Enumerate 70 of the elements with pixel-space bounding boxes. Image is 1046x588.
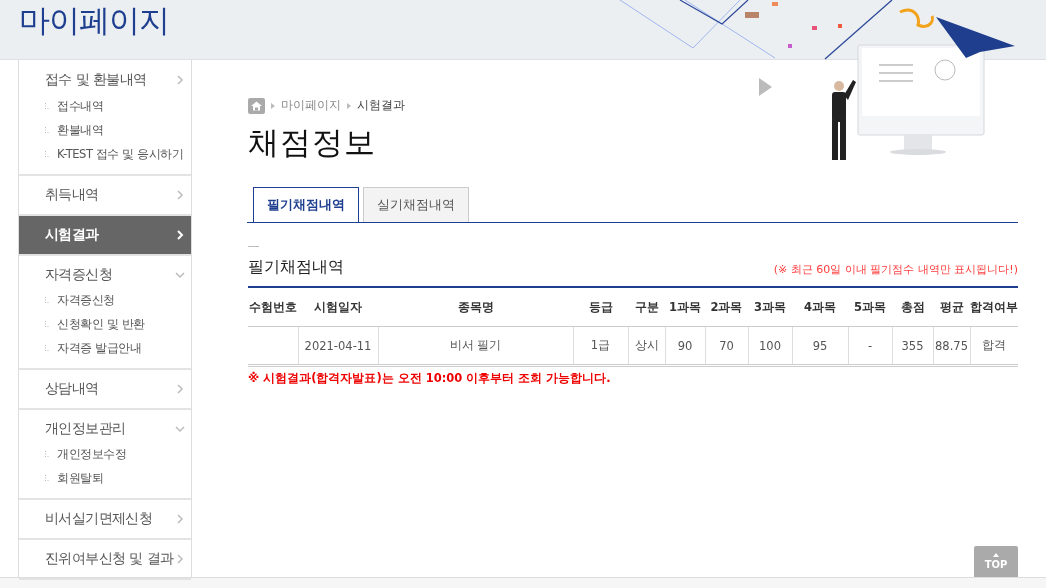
- chevron-right-icon: [175, 554, 185, 564]
- dots-icon: [45, 475, 50, 481]
- column-header: 5과목: [848, 287, 892, 327]
- column-header: 시험일자: [298, 287, 378, 327]
- table-cell: 2021-04-11: [304, 338, 372, 353]
- sidebar-item[interactable]: 진위여부신청 및 결과: [19, 540, 191, 578]
- column-header: 구분: [628, 287, 665, 327]
- triangle-icon: [271, 102, 275, 109]
- table-cell: 1급: [590, 338, 611, 352]
- sidebar-item[interactable]: 상담내역: [19, 370, 191, 408]
- dots-icon: [45, 321, 50, 327]
- dots-icon: [45, 127, 50, 133]
- table-cell: 100: [759, 338, 781, 353]
- page-title: 채점정보: [248, 123, 377, 162]
- home-icon[interactable]: [248, 97, 265, 114]
- table-cell: 상시: [634, 338, 659, 352]
- sidebar-item[interactable]: 개인정보관리: [19, 410, 191, 448]
- dots-icon: [45, 451, 50, 457]
- column-header: 종목명: [378, 287, 573, 327]
- page-header-title: 마이페이지: [19, 0, 169, 40]
- chevron-right-icon: [175, 230, 185, 240]
- chevron-right-icon: [175, 190, 185, 200]
- table-cell: 95: [812, 338, 828, 353]
- dots-icon: [45, 297, 50, 303]
- chevron-right-icon: [175, 514, 185, 524]
- breadcrumb-link[interactable]: 시험결과: [357, 97, 405, 114]
- table-cell: 88.75: [935, 338, 968, 353]
- sidebar-subitem[interactable]: 접수내역: [57, 98, 104, 114]
- sidebar-subitem[interactable]: 환불내역: [57, 122, 104, 138]
- tab[interactable]: 실기채점내역: [363, 187, 469, 222]
- table-cell: -: [867, 338, 873, 353]
- breadcrumb-link[interactable]: 마이페이지: [281, 97, 341, 114]
- dots-icon: [45, 151, 50, 157]
- table-cell: 비서 필기: [449, 338, 502, 352]
- section-title: 필기채점내역: [248, 257, 344, 278]
- table-cell: 합격: [982, 338, 1007, 352]
- column-header: 수험번호: [248, 287, 298, 327]
- dots-icon: [45, 103, 50, 109]
- column-header: 평균: [933, 287, 970, 327]
- sidebar-item[interactable]: 자격증신청: [19, 256, 191, 294]
- column-header: 합격여부: [970, 287, 1018, 327]
- up-arrow-icon: [993, 553, 999, 557]
- table-cell: 70: [719, 338, 734, 353]
- notice-text: ※ 시험결과(합격자발표)는 오전 10:00 이후부터 조회 가능합니다.: [248, 371, 612, 386]
- column-header: 3과목: [748, 287, 792, 327]
- sidebar-subitem[interactable]: K-TEST 접수 및 응시하기: [57, 146, 184, 162]
- tab[interactable]: 필기채점내역: [253, 187, 359, 222]
- table-cell: 355: [901, 338, 924, 353]
- column-header: 1과목: [665, 287, 705, 327]
- triangle-icon: [347, 102, 351, 109]
- column-header: 등급: [573, 287, 628, 327]
- chevron-down-icon: [175, 270, 185, 280]
- chevron-right-icon: [175, 75, 185, 85]
- sidebar-subitem[interactable]: 신청확인 및 반환: [57, 316, 145, 332]
- sidebar-item[interactable]: 비서실기면제신청: [19, 500, 191, 538]
- sidebar-item[interactable]: 취득내역: [19, 176, 191, 214]
- sidebar-item[interactable]: 시험결과: [19, 216, 191, 254]
- chevron-right-icon: [175, 384, 185, 394]
- note-text: (※ 최근 60일 이내 필기점수 내역만 표시됩니다!): [773, 262, 1018, 277]
- chevron-down-icon: [175, 424, 185, 434]
- sidebar-subitem[interactable]: 자격증신청: [57, 292, 115, 308]
- sidebar-subitem[interactable]: 회원탈퇴: [57, 470, 104, 486]
- sidebar-subitem[interactable]: 개인정보수정: [57, 446, 127, 462]
- column-header: 총점: [892, 287, 933, 327]
- dots-icon: [45, 345, 50, 351]
- column-header: 4과목: [792, 287, 848, 327]
- sidebar-item[interactable]: 접수 및 환불내역: [19, 60, 191, 100]
- sidebar-subitem[interactable]: 자격증 발급안내: [57, 340, 142, 356]
- column-header: 2과목: [705, 287, 748, 327]
- table-cell: 90: [677, 338, 693, 353]
